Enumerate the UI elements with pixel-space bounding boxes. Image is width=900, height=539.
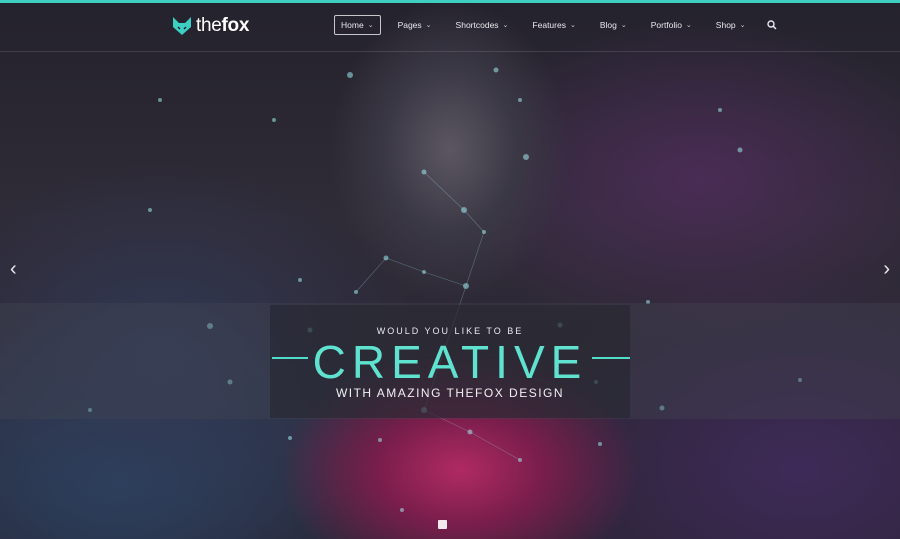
menu-item-pages[interactable]: Pages ⌄ (391, 15, 439, 35)
site-header: thefox Home ⌄ Pages ⌄ Shortcodes ⌄ Featu… (0, 3, 900, 52)
menu-item-home[interactable]: Home ⌄ (334, 15, 381, 35)
menu-item-label: Shortcodes (455, 20, 499, 30)
main-menu: Home ⌄ Pages ⌄ Shortcodes ⌄ Features ⌄ B… (334, 15, 777, 35)
menu-item-label: Blog (599, 20, 617, 30)
menu-item-shop[interactable]: Shop ⌄ (709, 15, 753, 35)
search-icon[interactable] (766, 20, 777, 30)
chevron-down-icon: ⌄ (739, 22, 746, 29)
menu-item-shortcodes[interactable]: Shortcodes ⌄ (449, 15, 516, 35)
hero-slider: thefox Home ⌄ Pages ⌄ Shortcodes ⌄ Featu… (0, 0, 900, 539)
chevron-down-icon: ⌄ (685, 22, 692, 29)
chevron-down-icon: ⌄ (367, 22, 374, 29)
fox-logo-icon (173, 17, 191, 35)
logo-text: thefox (196, 15, 250, 36)
particle-decoration (88, 67, 802, 512)
menu-item-label: Shop (715, 20, 736, 30)
chevron-left-icon[interactable]: ‹ (10, 259, 17, 279)
chevron-down-icon: ⌄ (502, 22, 509, 29)
menu-item-blog[interactable]: Blog ⌄ (593, 15, 634, 35)
menu-item-label: Home (341, 20, 364, 30)
menu-item-label: Pages (397, 20, 422, 30)
menu-item-features[interactable]: Features ⌄ (525, 15, 582, 35)
menu-item-portfolio[interactable]: Portfolio ⌄ (644, 15, 699, 35)
site-logo[interactable]: thefox (172, 15, 249, 37)
hero-pretitle: WOULD YOU LIKE TO BE (376, 326, 524, 336)
chevron-down-icon: ⌄ (425, 22, 432, 29)
hero-title: CREATIVE (312, 336, 588, 388)
chevron-down-icon: ⌄ (620, 22, 627, 29)
slider-bullet[interactable] (438, 520, 447, 529)
chevron-down-icon: ⌄ (569, 22, 576, 29)
menu-item-label: Features (532, 20, 566, 30)
chevron-right-icon[interactable]: › (883, 259, 890, 279)
menu-item-label: Portfolio (650, 20, 682, 30)
hero-subtitle: WITH AMAZING THEFOX DESIGN (335, 386, 565, 400)
